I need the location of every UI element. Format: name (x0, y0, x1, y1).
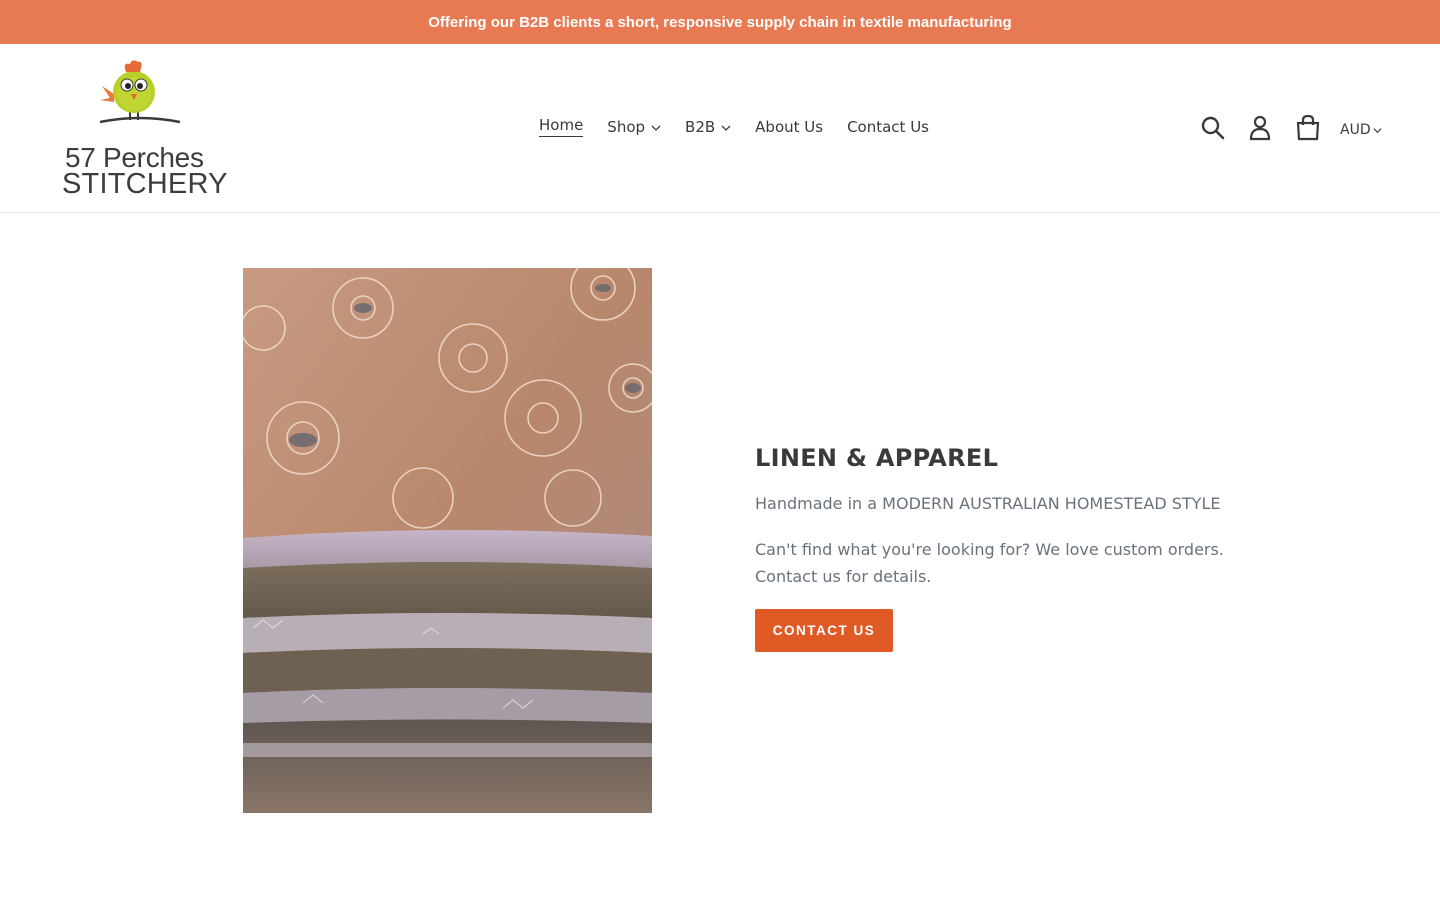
user-icon[interactable] (1248, 114, 1272, 142)
site-header: 57 Perches STITCHERY Home Shop B2B About… (0, 44, 1440, 213)
hero-image (243, 268, 652, 813)
chevron-down-icon (651, 125, 661, 131)
currency-label: AUD (1340, 122, 1371, 138)
contact-us-button[interactable]: CONTACT US (755, 609, 893, 652)
nav-item-label: About Us (755, 117, 824, 136)
nav-item-label: Home (539, 116, 584, 137)
hero-title: LINEN & APPAREL (755, 444, 999, 472)
announcement-bar: Offering our B2B clients a short, respon… (0, 0, 1440, 44)
site-logo[interactable]: 57 Perches STITCHERY (60, 56, 227, 200)
linen-stack-photo (243, 268, 652, 813)
nav-item-label: Shop (607, 117, 646, 136)
main-navigation: Home Shop B2B About Us Contact Us (539, 116, 929, 137)
hero-description: Can't find what you're looking for? We l… (755, 540, 1224, 586)
hero-text-block: LINEN & APPAREL Handmade in a MODERN AUS… (755, 444, 1255, 652)
cart-icon[interactable] (1295, 114, 1321, 142)
nav-item-b2b[interactable]: B2B (685, 116, 731, 137)
currency-selector[interactable]: AUD (1340, 122, 1382, 138)
chevron-down-icon (721, 125, 731, 131)
chick-mascot-icon (99, 60, 181, 124)
nav-item-about-us[interactable]: About Us (755, 116, 823, 137)
header-icons: AUD (1198, 114, 1398, 144)
logo-text-line2: STITCHERY (62, 168, 228, 200)
nav-item-shop[interactable]: Shop (607, 116, 661, 137)
search-icon[interactable] (1200, 114, 1226, 142)
chevron-down-icon (1373, 127, 1382, 133)
nav-item-home[interactable]: Home (539, 116, 584, 137)
nav-item-label: B2B (685, 117, 716, 136)
nav-item-contact-us[interactable]: Contact Us (847, 116, 929, 137)
hero-subtitle: Handmade in a MODERN AUSTRALIAN HOMESTEA… (755, 494, 1221, 513)
announcement-text: Offering our B2B clients a short, respon… (428, 13, 1012, 31)
nav-item-label: Contact Us (847, 117, 929, 136)
